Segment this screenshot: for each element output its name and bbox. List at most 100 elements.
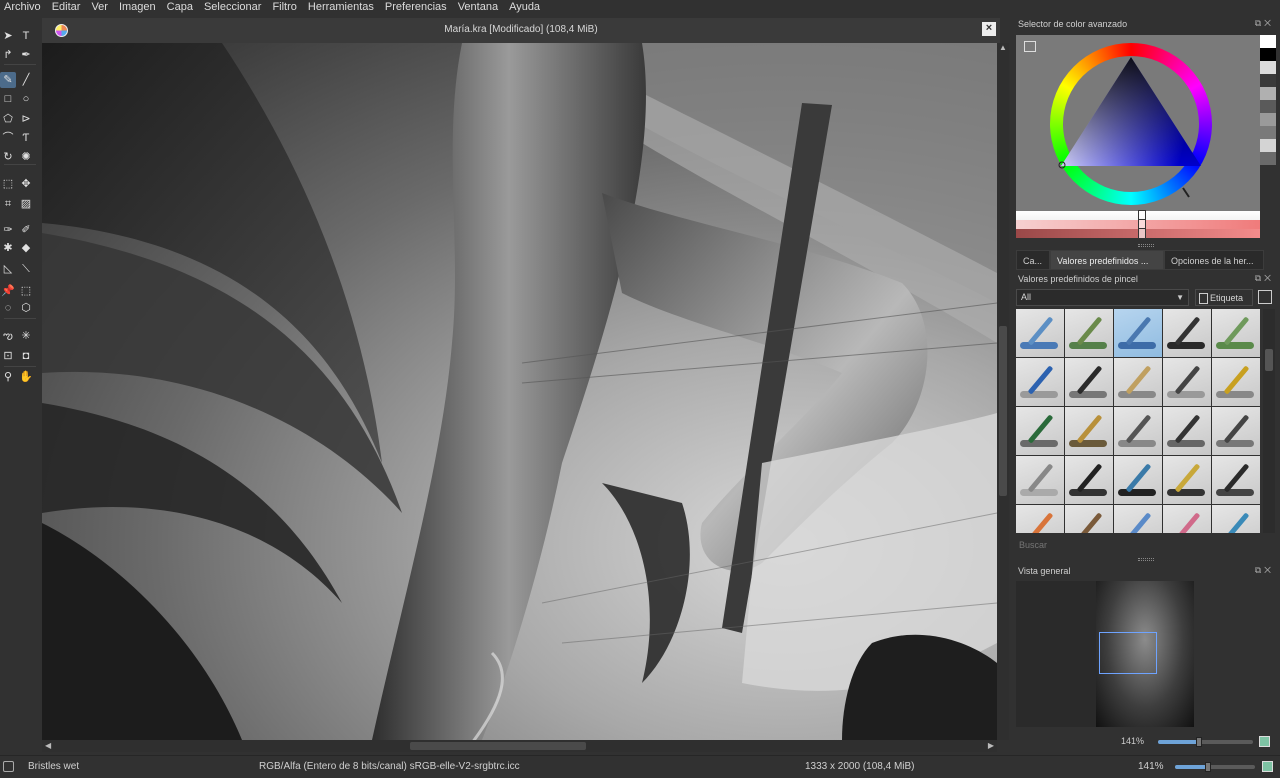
brush-preset[interactable] — [1163, 456, 1211, 504]
brush-preset[interactable] — [1016, 505, 1064, 533]
preset-scrollbar[interactable] — [1263, 309, 1275, 533]
brush-preset[interactable] — [1163, 505, 1211, 533]
pan-tool-icon[interactable]: ✋ — [18, 369, 34, 385]
vertical-scroll-thumb[interactable] — [999, 326, 1007, 496]
status-fit-icon[interactable] — [1262, 761, 1273, 772]
overview-panel[interactable] — [1016, 581, 1194, 727]
dock-resize-grip[interactable] — [1138, 558, 1154, 561]
select-shape-tool-icon[interactable]: ➤ — [0, 28, 16, 44]
advanced-color-selector[interactable] — [1016, 35, 1260, 212]
brush-preset[interactable] — [1212, 358, 1260, 406]
rectangle-tool-icon[interactable]: □ — [0, 91, 16, 107]
preset-scroll-thumb[interactable] — [1265, 349, 1273, 371]
brush-preset[interactable] — [1065, 309, 1113, 357]
brush-preset[interactable] — [1065, 456, 1113, 504]
recent-color-swatches[interactable] — [1260, 35, 1276, 165]
brush-preset[interactable] — [1065, 407, 1113, 455]
color-picker-tool-icon[interactable]: ✑ — [0, 222, 16, 238]
brush-preset[interactable] — [1114, 309, 1162, 357]
ellipse-select-tool-icon[interactable]: ◌ — [0, 300, 16, 316]
text-tool-icon[interactable]: T — [18, 28, 34, 44]
horizontal-scroll-thumb[interactable] — [410, 742, 586, 750]
brush-preset[interactable] — [1114, 456, 1162, 504]
brush-preset[interactable] — [1212, 407, 1260, 455]
zoom-tool-icon[interactable]: ⚲ — [0, 369, 16, 385]
contiguous-select-tool-icon[interactable]: ✳ — [18, 328, 34, 344]
color-swatch[interactable] — [1260, 152, 1276, 165]
enclose-fill-tool-icon[interactable]: ◆ — [18, 240, 34, 256]
menu-editar[interactable]: Editar — [47, 0, 87, 15]
dock-resize-grip[interactable] — [1138, 244, 1154, 247]
overview-zoom-knob[interactable] — [1196, 737, 1202, 747]
brush-preset[interactable] — [1212, 309, 1260, 357]
menu-imagen[interactable]: Imagen — [114, 0, 162, 15]
scroll-right-icon[interactable]: ▶ — [988, 741, 994, 750]
saturation-value-triangle[interactable] — [1050, 43, 1212, 205]
color-swatch[interactable] — [1260, 100, 1276, 113]
menu-herramientas[interactable]: Herramientas — [303, 0, 380, 15]
outline-select-tool-icon[interactable]: ఌ — [0, 328, 16, 344]
brush-preset[interactable] — [1163, 358, 1211, 406]
bezier-select-tool-icon[interactable]: ◘ — [18, 348, 34, 364]
menu-archivo[interactable]: Archivo — [0, 0, 47, 15]
overview-viewport-rect[interactable] — [1099, 632, 1157, 674]
brush-preset[interactable] — [1114, 407, 1162, 455]
status-zoom-slider[interactable] — [1175, 762, 1255, 772]
scroll-up-icon[interactable]: ▲ — [999, 43, 1007, 52]
calligraphy-tool-icon[interactable]: ✒ — [18, 47, 34, 63]
dock-tab[interactable]: Opciones de la her... — [1164, 250, 1264, 270]
brush-preset[interactable] — [1163, 309, 1211, 357]
color-swatch[interactable] — [1260, 87, 1276, 100]
overview-zoom-slider[interactable] — [1158, 737, 1253, 747]
status-zoom-knob[interactable] — [1205, 762, 1211, 772]
color-settings-icon[interactable] — [1024, 41, 1036, 52]
fill-tool-icon[interactable]: ✱ — [0, 240, 16, 256]
brush-preset[interactable] — [1065, 358, 1113, 406]
overview-panel-float-close-icons[interactable]: ⧉✕ — [1255, 565, 1274, 576]
move-tool-icon[interactable]: ✥ — [18, 176, 34, 192]
brush-preset[interactable] — [1212, 456, 1260, 504]
color-swatch[interactable] — [1260, 74, 1276, 87]
brush-preset[interactable] — [1016, 358, 1064, 406]
menu-ventana[interactable]: Ventana — [453, 0, 504, 15]
multibrush-tool-icon[interactable]: ✺ — [18, 149, 34, 165]
brush-preset[interactable] — [1016, 456, 1064, 504]
menu-filtro[interactable]: Filtro — [267, 0, 302, 15]
assistant-tool-icon[interactable]: ◺ — [0, 261, 16, 277]
gradient-tool-icon[interactable]: ▨ — [18, 196, 34, 212]
color-swatch[interactable] — [1260, 139, 1276, 152]
view-mode-button[interactable] — [1258, 290, 1272, 304]
menu-preferencias[interactable]: Preferencias — [380, 0, 453, 15]
brush-preset[interactable] — [1163, 407, 1211, 455]
color-swatch[interactable] — [1260, 113, 1276, 126]
menu-seleccionar[interactable]: Seleccionar — [199, 0, 267, 15]
ellipse-tool-icon[interactable]: ○ — [18, 91, 34, 107]
brush-preset[interactable] — [1065, 505, 1113, 533]
color-swatch[interactable] — [1260, 48, 1276, 61]
brush-preset[interactable] — [1016, 407, 1064, 455]
value-slider[interactable] — [1016, 228, 1260, 239]
polygon-select-tool-icon[interactable]: ⬡ — [18, 300, 34, 316]
transform-tool-icon[interactable]: ⬚ — [0, 176, 16, 192]
crop-tool-icon[interactable]: ⌗ — [0, 196, 16, 212]
menu-capa[interactable]: Capa — [162, 0, 199, 15]
menu-ayuda[interactable]: Ayuda — [504, 0, 546, 15]
fit-view-icon[interactable] — [1259, 736, 1270, 747]
line-tool-icon[interactable]: ╱ — [18, 72, 34, 88]
tag-button[interactable]: Etiqueta — [1195, 289, 1253, 306]
dock-tab[interactable]: Ca... — [1016, 250, 1050, 270]
brush-preset[interactable] — [1114, 358, 1162, 406]
brush-preset[interactable] — [1114, 505, 1162, 533]
similar-select-tool-icon[interactable]: ⊡ — [0, 348, 16, 364]
freehand-path-tool-icon[interactable]: Ƭ — [18, 130, 34, 146]
preset-search-input[interactable] — [1016, 537, 1261, 553]
brush-preset[interactable] — [1212, 505, 1260, 533]
color-swatch[interactable] — [1260, 61, 1276, 74]
measure-tool-icon[interactable]: ⟍ — [18, 261, 34, 277]
smart-patch-tool-icon[interactable]: ✐ — [18, 222, 34, 238]
reference-images-tool-icon[interactable]: 📌 — [0, 283, 16, 299]
bezier-tool-icon[interactable]: ⌒ — [0, 130, 16, 146]
dynamic-brush-tool-icon[interactable]: ↻ — [0, 149, 16, 165]
polygon-tool-icon[interactable]: ⬠ — [0, 111, 16, 127]
value-slider-handle[interactable] — [1138, 228, 1146, 239]
